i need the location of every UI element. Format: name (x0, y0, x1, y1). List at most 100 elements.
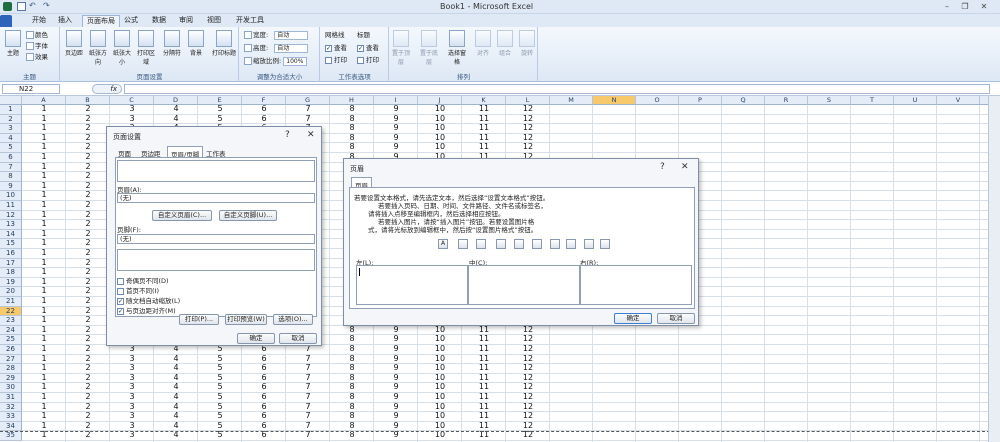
row-header[interactable]: 34 (0, 421, 22, 432)
row-header[interactable]: 23 (0, 316, 22, 326)
cancel-button[interactable]: 取消 (279, 333, 317, 344)
row-header[interactable]: 31 (0, 393, 22, 403)
format-text-icon[interactable]: A (438, 239, 448, 249)
undo-icon[interactable]: ↶ (29, 2, 38, 11)
orientation-button[interactable]: 纸张方向 (87, 30, 109, 66)
formula-input[interactable] (124, 84, 990, 94)
row-header[interactable]: 20 (0, 287, 22, 297)
office-button[interactable] (0, 15, 12, 27)
themes-button[interactable]: 主题 (2, 30, 24, 57)
colors-button[interactable]: 颜色 (26, 30, 48, 40)
row-header[interactable]: 27 (0, 354, 22, 365)
tab-view[interactable]: 视图 (203, 15, 225, 27)
redo-icon[interactable]: ↷ (43, 2, 52, 11)
insert-picture-icon[interactable] (584, 239, 594, 249)
right-section-input[interactable] (580, 265, 692, 305)
group-button[interactable]: 组合 (494, 30, 516, 57)
total-pages-icon[interactable] (476, 239, 486, 249)
time-icon[interactable] (514, 239, 524, 249)
gridlines-view-checkbox[interactable]: ✓ 查看 (325, 43, 347, 53)
options-button[interactable]: 选项(O)... (273, 314, 313, 325)
column-header-o[interactable]: O (636, 96, 679, 105)
file-name-icon[interactable] (550, 239, 560, 249)
first-page-checkbox[interactable]: 首页不同(I) (117, 285, 159, 295)
send-back-button[interactable]: 置于底层 (418, 30, 440, 66)
width-dropdown[interactable]: 自动 (274, 30, 309, 40)
restore-icon[interactable]: ❐ (958, 1, 972, 12)
function-button[interactable]: fx (92, 84, 122, 94)
align-margins-checkbox[interactable]: ✓ 与页边距对齐(M) (117, 305, 176, 315)
center-section-input[interactable] (468, 265, 580, 305)
close-icon[interactable]: ✕ (977, 1, 991, 12)
height-dropdown[interactable]: 自动 (274, 43, 309, 53)
footer-select[interactable]: (无) (117, 234, 315, 244)
column-header-n[interactable]: N (593, 96, 636, 105)
page-number-icon[interactable] (458, 239, 468, 249)
cell[interactable]: 11 (462, 431, 506, 441)
column-header-r[interactable]: R (765, 96, 808, 105)
cell[interactable]: 8 (330, 431, 374, 441)
header-select[interactable]: (无) (117, 193, 315, 203)
tab-home[interactable]: 开始 (28, 15, 50, 27)
row-header[interactable]: 2 (0, 114, 22, 125)
row-header[interactable]: 16 (0, 249, 22, 259)
row-header[interactable]: 7 (0, 162, 22, 173)
headings-print-checkbox[interactable]: 打印 (357, 55, 379, 65)
column-header-q[interactable]: Q (722, 96, 765, 105)
row-header[interactable]: 30 (0, 383, 22, 393)
row-header[interactable]: 8 (0, 172, 22, 182)
odd-even-checkbox[interactable]: 奇偶页不同(D) (117, 275, 169, 285)
tab-data[interactable]: 数据 (148, 15, 170, 27)
date-icon[interactable] (496, 239, 506, 249)
row-header[interactable]: 19 (0, 277, 22, 288)
row-header[interactable]: 35 (0, 431, 22, 441)
row-header[interactable]: 10 (0, 191, 22, 201)
background-button[interactable]: 背景 (185, 30, 207, 57)
cell[interactable]: 3 (110, 431, 154, 441)
tab-insert[interactable]: 插入 (54, 15, 76, 27)
cell[interactable]: 9 (374, 431, 418, 441)
row-header[interactable]: 17 (0, 258, 22, 269)
print-preview-button[interactable]: 打印预览(W) (225, 314, 267, 325)
breaks-button[interactable]: 分隔符 (161, 30, 183, 57)
sheet-name-icon[interactable] (566, 239, 576, 249)
tab-formulas[interactable]: 公式 (120, 15, 142, 27)
left-section-input[interactable] (356, 265, 468, 305)
row-header[interactable]: 12 (0, 210, 22, 221)
vertical-scrollbar[interactable] (988, 96, 1000, 442)
cell[interactable]: 7 (286, 431, 330, 441)
print-titles-button[interactable]: 打印标题 (211, 30, 237, 57)
ok-button[interactable]: 确定 (614, 313, 652, 324)
cell[interactable]: 12 (506, 431, 550, 441)
ok-button[interactable]: 确定 (237, 333, 275, 344)
bring-front-button[interactable]: 置于顶层 (390, 30, 412, 66)
row-header[interactable]: 28 (0, 364, 22, 374)
scale-with-doc-checkbox[interactable]: ✓ 随文档自动缩放(L) (117, 295, 180, 305)
row-header[interactable]: 22 (0, 306, 22, 317)
tab-developer[interactable]: 开发工具 (232, 15, 268, 27)
row-header[interactable]: 25 (0, 335, 22, 345)
select-all-corner[interactable] (0, 96, 22, 105)
tab-review[interactable]: 审阅 (175, 15, 197, 27)
row-header[interactable]: 3 (0, 124, 22, 134)
row-header[interactable]: 21 (0, 297, 22, 307)
close-icon[interactable]: ✕ (681, 162, 689, 172)
format-picture-icon[interactable] (600, 239, 610, 249)
align-button[interactable]: 对齐 (472, 30, 494, 57)
scale-input[interactable]: 100% (283, 56, 308, 66)
row-header[interactable]: 24 (0, 325, 22, 336)
size-button[interactable]: 纸张大小 (111, 30, 133, 66)
row-header[interactable]: 33 (0, 412, 22, 422)
cancel-button[interactable]: 取消 (657, 313, 695, 324)
effects-button[interactable]: 效果 (26, 52, 48, 62)
selection-pane-button[interactable]: 选择窗格 (446, 30, 468, 66)
row-header[interactable]: 15 (0, 239, 22, 249)
cell[interactable]: 4 (154, 431, 198, 441)
save-icon[interactable] (17, 2, 26, 11)
row-header[interactable]: 29 (0, 373, 22, 384)
column-header-p[interactable]: P (679, 96, 722, 105)
file-path-icon[interactable] (532, 239, 542, 249)
row-header[interactable]: 9 (0, 181, 22, 192)
cell[interactable]: 2 (66, 431, 110, 441)
print-area-button[interactable]: 打印区域 (135, 30, 157, 66)
